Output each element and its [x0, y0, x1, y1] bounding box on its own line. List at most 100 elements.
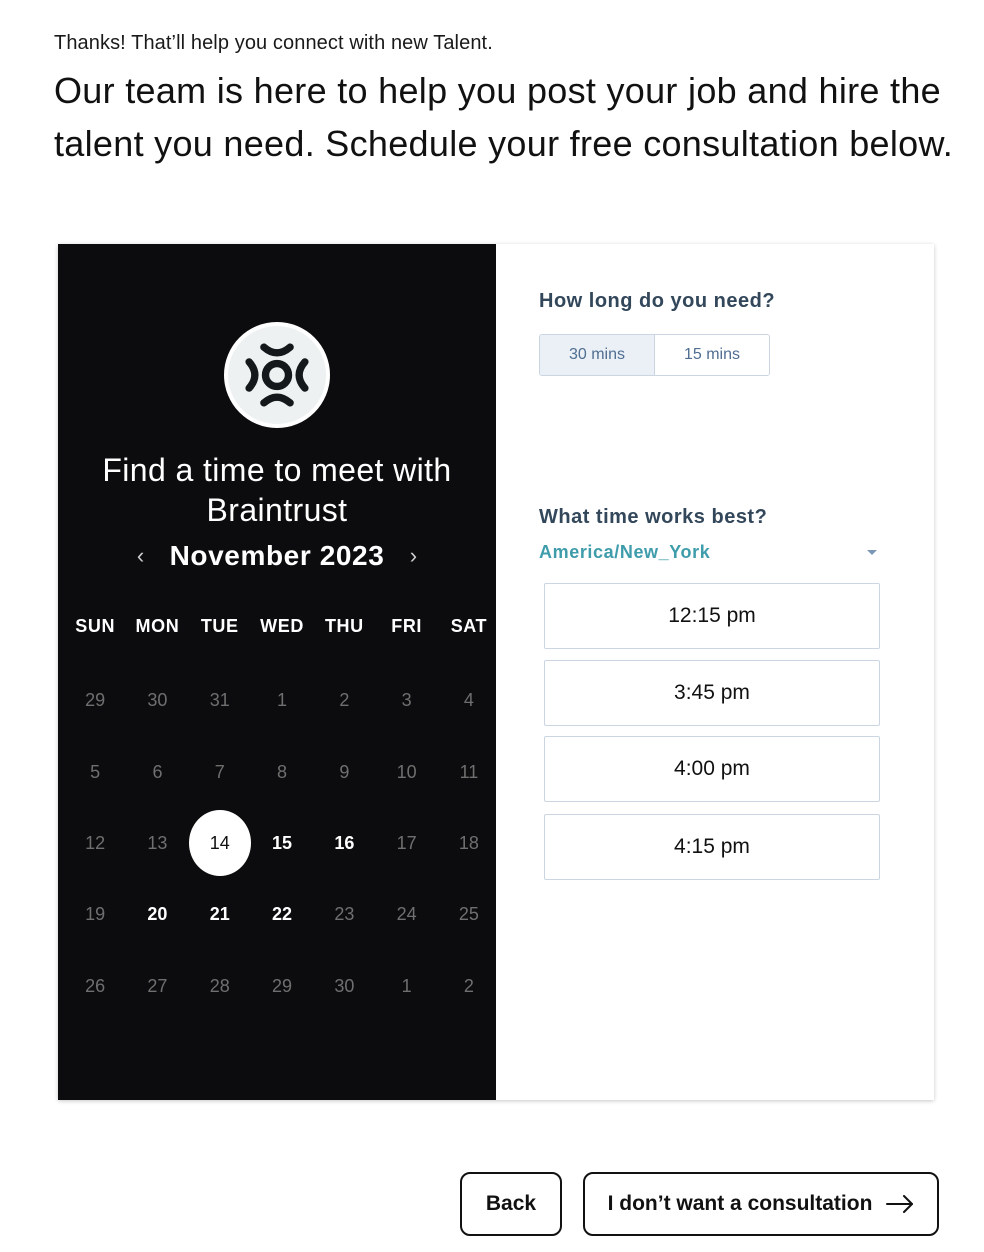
month-label: November 2023 — [169, 540, 385, 571]
calendar-day-label: 9 — [339, 761, 350, 782]
calendar-day-label: 29 — [85, 690, 106, 711]
weekday-label: THU — [324, 616, 364, 636]
calendar-day: 3 — [375, 665, 437, 736]
calendar-day: 1 — [375, 951, 437, 1022]
calendar-day: 2 — [313, 665, 375, 736]
chevron-right-icon[interactable]: › — [404, 543, 422, 568]
calendar-day: 30 — [126, 665, 188, 736]
calendar-day-label: 31 — [209, 690, 230, 711]
duration-label: How long do you need? — [539, 290, 776, 312]
calendar-day: 27 — [126, 951, 188, 1022]
calendar-day-label: 15 — [272, 832, 293, 853]
calendar-day-label: 27 — [147, 975, 168, 996]
calendar-day-label: 26 — [85, 975, 106, 996]
calendar-day-label: 25 — [458, 904, 479, 925]
time-slot[interactable]: 4:15 pm — [544, 814, 880, 880]
avatar — [224, 322, 330, 428]
calendar-day-label: 13 — [147, 832, 168, 853]
calendar-day-label: 16 — [334, 832, 355, 853]
time-slot[interactable]: 4:00 pm — [544, 736, 880, 802]
calendar-day: 26 — [64, 951, 126, 1022]
weekday-header: SUN MON TUE WED THU FRI SAT — [64, 616, 500, 637]
weekday-label: WED — [260, 616, 304, 636]
back-button-label: Back — [485, 1192, 537, 1215]
weekday-label: SAT — [450, 616, 488, 636]
calendar-day-label: 3 — [401, 690, 412, 711]
weekday-label: SUN — [75, 616, 116, 636]
booking-panel: How long do you need? 30 mins 15 mins Wh… — [496, 244, 934, 1100]
duration-option-15[interactable]: 15 mins — [655, 335, 769, 375]
calendar-day: 10 — [375, 736, 437, 807]
duration-toggle: 30 mins 15 mins — [539, 334, 770, 376]
calendar-day-label: 1 — [401, 975, 412, 996]
calendar-day-selected[interactable]: 14 — [188, 808, 251, 879]
chevron-left-icon[interactable]: ‹ — [132, 543, 150, 568]
calendar-day: 29 — [251, 951, 313, 1022]
calendar-day: 17 — [375, 808, 437, 879]
calendar-day-label: 23 — [334, 904, 355, 925]
calendar-day: 4 — [438, 665, 500, 736]
calendar-day: 24 — [375, 879, 437, 950]
arrow-right-icon — [886, 1195, 914, 1213]
calendar-day-label: 14 — [188, 810, 251, 877]
calendar-day-label: 29 — [272, 975, 293, 996]
calendar-day: 5 — [64, 736, 126, 807]
calendar-day-label: 8 — [277, 761, 288, 782]
scheduler-card: Find a time to meet with Braintrust ‹ No… — [58, 244, 934, 1100]
calendar-day-label: 20 — [147, 904, 168, 925]
calendar-day-label: 24 — [396, 904, 417, 925]
calendar-day-label: 19 — [85, 904, 106, 925]
calendar-day-label: 17 — [396, 832, 417, 853]
timezone-select[interactable]: America/New_York — [539, 540, 879, 564]
calendar-day: 30 — [313, 951, 375, 1022]
calendar-day: 11 — [438, 736, 500, 807]
time-slot[interactable]: 3:45 pm — [544, 660, 880, 726]
calendar-day[interactable]: 20 — [126, 879, 188, 950]
calendar-day: 29 — [64, 665, 126, 736]
calendar-day-label: 21 — [209, 904, 230, 925]
calendar-day: 23 — [313, 879, 375, 950]
calendar-day-label: 2 — [339, 690, 350, 711]
calendar-panel: Find a time to meet with Braintrust ‹ No… — [58, 244, 496, 1100]
calendar-day[interactable]: 21 — [189, 879, 251, 950]
calendar-day: 7 — [189, 736, 251, 807]
skip-consultation-button[interactable]: I don’t want a consultation — [583, 1172, 939, 1236]
meeting-title: Find a time to meet with Braintrust — [102, 452, 452, 528]
calendar-day: 1 — [251, 665, 313, 736]
calendar-day: 8 — [251, 736, 313, 807]
calendar-day: 18 — [438, 808, 500, 879]
calendar-grid: 29 30 31 1 2 3 4 5 6 7 8 9 10 11 12 13 14 15 16 17 18 19 20 21 2… — [64, 665, 500, 1022]
calendar-day[interactable]: 22 — [251, 879, 313, 950]
time-slot[interactable]: 12:15 pm — [544, 583, 880, 649]
calendar-day-label: 1 — [277, 690, 288, 711]
weekday-label: FRI — [391, 616, 423, 636]
calendar-day-label: 28 — [209, 975, 230, 996]
calendar-day-label: 4 — [463, 690, 474, 711]
intro-heading: Our team is here to help you post your j… — [54, 70, 954, 164]
intro-subtitle: Thanks! That’ll help you connect with ne… — [54, 32, 493, 54]
time-label: What time works best? — [539, 506, 768, 528]
calendar-day-label: 5 — [90, 761, 101, 782]
calendar-day[interactable]: 16 — [313, 808, 375, 879]
calendar-day: 2 — [438, 951, 500, 1022]
calendar-day: 13 — [126, 808, 188, 879]
calendar-day: 28 — [189, 951, 251, 1022]
caret-down-icon — [867, 549, 877, 555]
calendar-day-label: 18 — [458, 832, 479, 853]
calendar-day-label: 30 — [147, 690, 168, 711]
braintrust-logo-icon — [228, 326, 326, 424]
calendar-day[interactable]: 15 — [251, 808, 313, 879]
back-button[interactable]: Back — [460, 1172, 562, 1236]
calendar-day-label: 30 — [334, 975, 355, 996]
calendar-day-label: 12 — [85, 832, 106, 853]
calendar-day-label: 6 — [152, 761, 163, 782]
duration-option-30[interactable]: 30 mins — [540, 335, 655, 375]
calendar-day: 12 — [64, 808, 126, 879]
timezone-value: America/New_York — [539, 541, 711, 562]
calendar-day: 25 — [438, 879, 500, 950]
calendar-day-label: 10 — [396, 761, 417, 782]
weekday-label: MON — [135, 616, 180, 636]
page: Thanks! That’ll help you connect with ne… — [0, 0, 984, 1252]
month-navigation: ‹ November 2023 › — [58, 536, 496, 576]
skip-button-label: I don’t want a consultation — [607, 1192, 873, 1215]
